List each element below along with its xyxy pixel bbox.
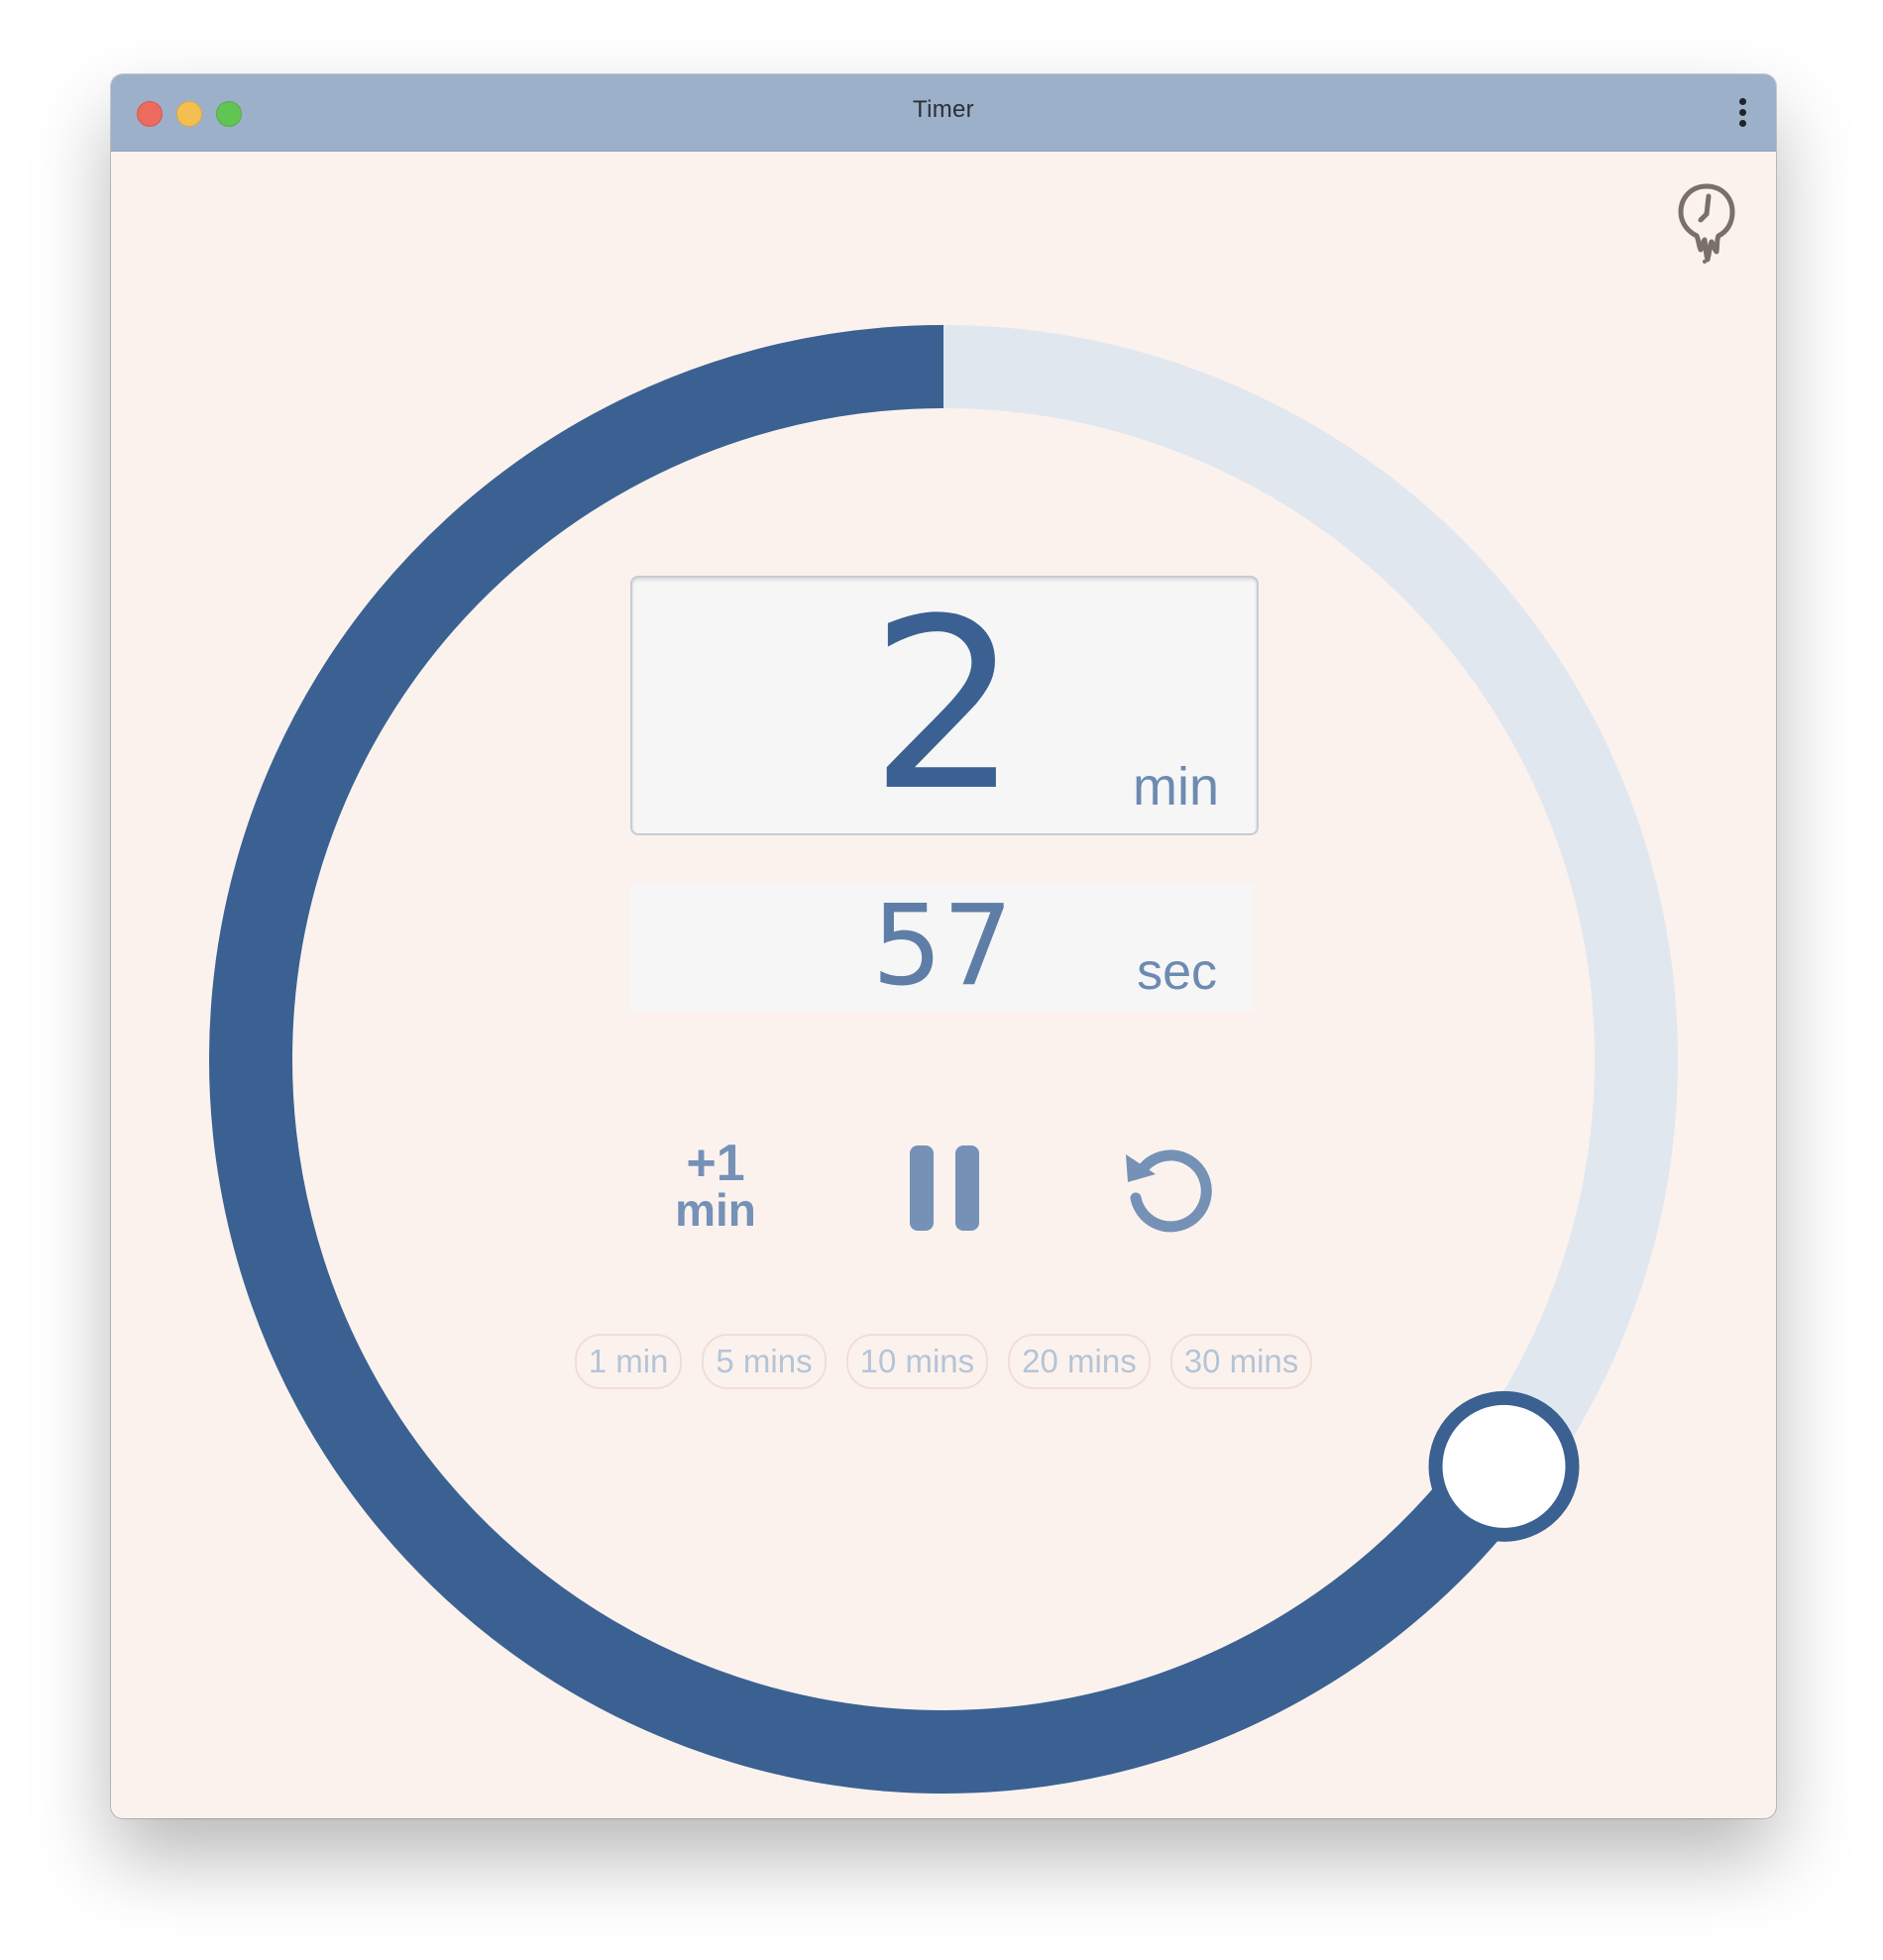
preset-list: 1 min 5 mins 10 mins 20 mins 30 mins — [111, 1334, 1776, 1389]
reset-icon — [1126, 1149, 1212, 1233]
seconds-unit-label: sec — [1137, 943, 1217, 1001]
minutes-display[interactable]: 2 min — [630, 576, 1259, 835]
pause-icon-bar — [955, 1145, 979, 1231]
kebab-menu-icon[interactable] — [1736, 98, 1748, 128]
app-window: Timer 2 min 57 sec +1 min 1 min 5 mins 1… — [111, 74, 1776, 1818]
add-minute-plus: +1 — [686, 1135, 745, 1192]
pause-icon — [910, 1145, 934, 1231]
preset-5-mins[interactable]: 5 mins — [702, 1334, 827, 1389]
preset-10-mins[interactable]: 10 mins — [845, 1334, 989, 1389]
add-minute-button[interactable]: +1 min — [666, 1135, 765, 1238]
minutes-unit-label: min — [1132, 757, 1219, 817]
progress-handle — [1428, 1390, 1580, 1542]
reset-button[interactable] — [1122, 1141, 1215, 1234]
preset-20-mins[interactable]: 20 mins — [1008, 1334, 1151, 1389]
seconds-display[interactable]: 57 sec — [630, 883, 1255, 1012]
preset-30-mins[interactable]: 30 mins — [1169, 1334, 1313, 1389]
window-title: Timer — [913, 96, 974, 123]
add-minute-unit: min — [675, 1184, 756, 1236]
pause-button[interactable] — [910, 1145, 979, 1231]
title-bar: Timer — [111, 74, 1776, 152]
preset-1-min[interactable]: 1 min — [574, 1334, 683, 1389]
